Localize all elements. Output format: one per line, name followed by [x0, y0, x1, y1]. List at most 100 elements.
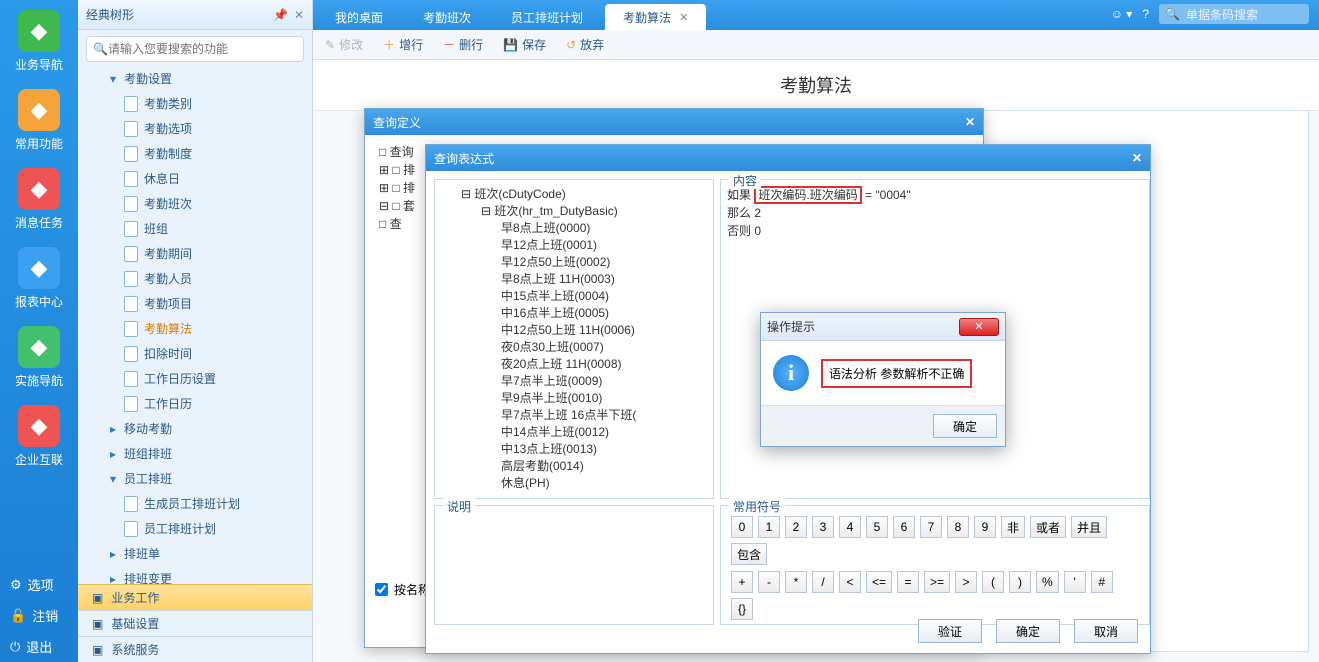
message-box-header[interactable]: 操作提示 ✕ — [761, 313, 1005, 341]
duty-item[interactable]: 中12点50上班 11H(0006) — [441, 322, 707, 339]
tree-leaf[interactable]: 考勤算法 — [78, 316, 312, 341]
symbol-button[interactable]: < — [839, 571, 861, 593]
symbol-button[interactable]: {} — [731, 598, 753, 620]
duty-item[interactable]: 早12点上班(0001) — [441, 237, 707, 254]
symbol-button[interactable]: 7 — [920, 516, 942, 538]
close-icon[interactable]: ✕ — [1132, 151, 1142, 165]
tree-leaf[interactable]: 考勤项目 — [78, 291, 312, 316]
symbol-button[interactable]: - — [758, 571, 780, 593]
duty-item[interactable]: 早8点上班(0000) — [441, 220, 707, 237]
symbol-button[interactable]: 2 — [785, 516, 807, 538]
tree-leaf[interactable]: 考勤类别 — [78, 91, 312, 116]
tree-leaf[interactable]: 班组 — [78, 216, 312, 241]
symbol-button[interactable]: > — [955, 571, 977, 593]
tree-leaf[interactable]: 考勤选项 — [78, 116, 312, 141]
tree-leaf[interactable]: 考勤人员 — [78, 266, 312, 291]
duty-item[interactable]: 早9点半上班(0010) — [441, 390, 707, 407]
symbol-button[interactable]: 3 — [812, 516, 834, 538]
rail-item[interactable]: ◆ 企业互联 — [0, 395, 78, 474]
pin-icon[interactable]: 📌 — [273, 8, 288, 22]
symbol-button[interactable]: = — [897, 571, 919, 593]
ok-button[interactable]: 确定 — [996, 619, 1060, 643]
symbol-button[interactable]: 非 — [1001, 516, 1025, 538]
close-icon[interactable]: ✕ — [959, 318, 999, 336]
rail-item[interactable]: ◆ 实施导航 — [0, 316, 78, 395]
ok-button[interactable]: 确定 — [933, 414, 997, 438]
duty-root[interactable]: ⊟ 班次(cDutyCode) — [441, 186, 707, 203]
close-icon[interactable]: ✕ — [965, 115, 975, 129]
symbol-button[interactable]: + — [731, 571, 753, 593]
tree-branch[interactable]: ▸排班单 — [78, 541, 312, 566]
tree-search-input[interactable] — [108, 42, 297, 56]
symbol-button[interactable]: ' — [1064, 571, 1086, 593]
tree-tab[interactable]: ▣ 基础设置 — [78, 610, 312, 636]
duty-item[interactable]: 早12点50上班(0002) — [441, 254, 707, 271]
tree-leaf[interactable]: 生成员工排班计划 — [78, 491, 312, 516]
duty-item[interactable]: 早8点上班 11H(0003) — [441, 271, 707, 288]
duty-item[interactable]: 高层考勤(0014) — [441, 458, 707, 475]
rail-bottom-item[interactable]: ⏻ 退出 — [0, 631, 78, 662]
rail-item[interactable]: ◆ 业务导航 — [0, 0, 78, 79]
symbol-button[interactable]: / — [812, 571, 834, 593]
duty-item[interactable]: 休息(PH) — [441, 475, 707, 492]
tree-branch[interactable]: ▾员工排班 — [78, 466, 312, 491]
rail-bottom-item[interactable]: ⚙ 选项 — [0, 569, 78, 600]
close-icon[interactable]: ✕ — [679, 11, 688, 24]
duty-tree[interactable]: ⊟ 班次(cDutyCode)⊟ 班次(hr_tm_DutyBasic)早8点上… — [441, 186, 707, 492]
duty-item[interactable]: 夜20点上班 11H(0008) — [441, 356, 707, 373]
by-name-checkbox-input[interactable] — [375, 583, 388, 596]
toolbar-item[interactable]: － 删行 — [443, 36, 483, 53]
symbol-button[interactable]: % — [1036, 571, 1059, 593]
rail-bottom-item[interactable]: 🔓 注销 — [0, 600, 78, 631]
symbol-button[interactable]: 并且 — [1071, 516, 1107, 538]
top-tab[interactable]: 我的桌面 — [317, 4, 401, 30]
close-icon[interactable]: ✕ — [294, 8, 304, 22]
rail-item[interactable]: ◆ 消息任务 — [0, 158, 78, 237]
top-tab[interactable]: 考勤班次 — [405, 4, 489, 30]
symbol-button[interactable]: 0 — [731, 516, 753, 538]
duty-item[interactable]: 中14点半上班(0012) — [441, 424, 707, 441]
smile-icon[interactable]: ☺ ▾ — [1111, 7, 1133, 21]
by-name-checkbox[interactable]: 按名称 — [375, 581, 430, 598]
symbol-button[interactable]: 8 — [947, 516, 969, 538]
tree-search[interactable]: 🔍 — [86, 36, 304, 62]
verify-button[interactable]: 验证 — [918, 619, 982, 643]
symbol-button[interactable]: 9 — [974, 516, 996, 538]
tree-leaf[interactable]: 考勤期间 — [78, 241, 312, 266]
symbol-button[interactable]: 5 — [866, 516, 888, 538]
symbol-button[interactable]: * — [785, 571, 807, 593]
toolbar-item[interactable]: ＋ 增行 — [383, 36, 423, 53]
duty-item[interactable]: 中13点上班(0013) — [441, 441, 707, 458]
tree-branch[interactable]: ▾考勤设置 — [78, 66, 312, 91]
tree-leaf[interactable]: 工作日历设置 — [78, 366, 312, 391]
modal-header[interactable]: 查询定义 ✕ — [365, 109, 983, 135]
symbol-button[interactable]: ( — [982, 571, 1004, 593]
symbol-button[interactable]: # — [1091, 571, 1113, 593]
tree-branch[interactable]: ▸移动考勤 — [78, 416, 312, 441]
symbol-button[interactable]: <= — [866, 571, 892, 593]
duty-item[interactable]: 夜0点30上班(0007) — [441, 339, 707, 356]
tree-leaf[interactable]: 考勤制度 — [78, 141, 312, 166]
tree-leaf[interactable]: 休息日 — [78, 166, 312, 191]
duty-sub[interactable]: ⊟ 班次(hr_tm_DutyBasic) — [441, 203, 707, 220]
duty-item[interactable]: 早7点半上班(0009) — [441, 373, 707, 390]
tree-branch[interactable]: ▸班组排班 — [78, 441, 312, 466]
cancel-button[interactable]: 取消 — [1074, 619, 1138, 643]
toolbar-item[interactable]: 💾 保存 — [503, 36, 546, 53]
symbol-button[interactable]: >= — [924, 571, 950, 593]
tree-tab[interactable]: ▣ 业务工作 — [78, 584, 312, 610]
rail-item[interactable]: ◆ 报表中心 — [0, 237, 78, 316]
duty-item[interactable]: 早7点半上班 16点半下班( — [441, 407, 707, 424]
symbol-button[interactable]: 或者 — [1030, 516, 1066, 538]
modal-header[interactable]: 查询表达式 ✕ — [426, 145, 1150, 171]
symbol-button[interactable]: 包含 — [731, 543, 767, 565]
symbol-button[interactable]: ) — [1009, 571, 1031, 593]
help-icon[interactable]: ? — [1142, 7, 1149, 21]
symbol-button[interactable]: 1 — [758, 516, 780, 538]
tree-tab[interactable]: ▣ 系统服务 — [78, 636, 312, 662]
duty-item[interactable]: 中16点半上班(0005) — [441, 305, 707, 322]
barcode-search[interactable]: 🔍 单据条码搜索 — [1159, 4, 1309, 24]
top-tab[interactable]: 员工排班计划 — [493, 4, 601, 30]
tree-leaf[interactable]: 考勤班次 — [78, 191, 312, 216]
symbol-button[interactable]: 4 — [839, 516, 861, 538]
